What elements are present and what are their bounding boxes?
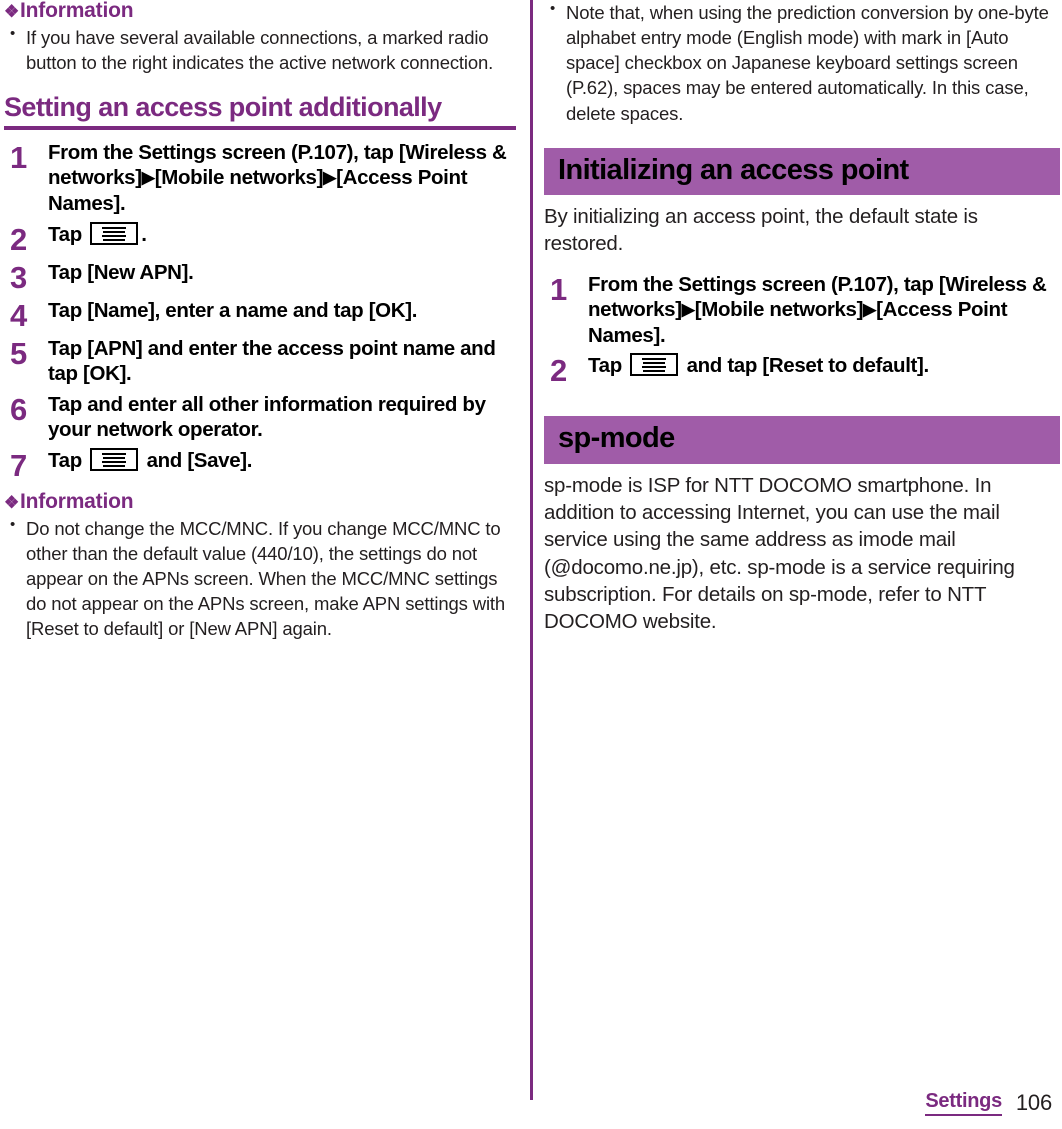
- step-item: 1 From the Settings screen (P.107), tap […: [4, 140, 516, 217]
- step-number: 4: [10, 297, 28, 333]
- step-text: Tap and enter all other information requ…: [48, 392, 486, 442]
- menu-icon-bar: [102, 234, 127, 237]
- right-column: Note that, when using the prediction con…: [544, 0, 1060, 649]
- information-bottom-bullets: Do not change the MCC/MNC. If you change…: [4, 515, 516, 642]
- step-item: 2 Tap .: [4, 221, 516, 257]
- menu-icon-bar: [102, 453, 127, 456]
- section-heading-setting-access-point: Setting an access point additionally: [4, 92, 516, 130]
- diamond-icon: ❖: [4, 2, 20, 21]
- menu-icon-bar: [642, 366, 667, 369]
- initializing-intro-paragraph: By initializing an access point, the def…: [544, 205, 978, 256]
- step-text: Tap [APN] and enter the access point nam…: [48, 336, 496, 386]
- step-item: 4 Tap [Name], enter a name and tap [OK].: [4, 298, 516, 331]
- step-item: 6 Tap and enter all other information req…: [4, 392, 516, 443]
- menu-icon-bar: [643, 362, 666, 365]
- diamond-icon: ❖: [4, 493, 20, 513]
- list-item: Do not change the MCC/MNC. If you change…: [4, 515, 516, 642]
- menu-icon-bar: [643, 370, 666, 373]
- step-number: 7: [10, 448, 28, 484]
- step-item: 3 Tap [New APN].: [4, 260, 516, 293]
- information-heading-bottom: ❖ Information: [4, 490, 516, 514]
- footer-section-label: Settings: [925, 1090, 1002, 1116]
- step-number: 5: [10, 335, 28, 371]
- information-heading-top: ❖ Information: [4, 0, 516, 23]
- footer-page-number: 106: [1015, 1090, 1052, 1115]
- menu-icon-bar: [103, 457, 126, 460]
- information-heading-top-label: Information: [20, 0, 134, 22]
- right-top-bullets: Note that, when using the prediction con…: [544, 0, 1060, 126]
- spmode-body-paragraph: sp-mode is ISP for NTT DOCOMO smartphone…: [544, 473, 1015, 634]
- arrow-right-icon: ▶: [323, 168, 337, 188]
- page-footer: Settings 106: [0, 1083, 1062, 1123]
- arrow-right-icon: ▶: [863, 300, 877, 320]
- menu-icon: [90, 221, 139, 245]
- step-number: 2: [10, 221, 28, 257]
- list-item: If you have several available connection…: [4, 24, 516, 75]
- information-heading-bottom-label: Information: [20, 490, 134, 514]
- menu-icon: [630, 353, 679, 377]
- step-number: 3: [10, 259, 28, 295]
- list-item: Note that, when using the prediction con…: [544, 0, 1060, 126]
- menu-icon-bar: [103, 238, 126, 241]
- menu-icon-bar: [103, 465, 126, 468]
- step-text: Tap [New APN].: [48, 260, 194, 284]
- step-item: 2 Tap and tap [Reset to default].: [544, 353, 1060, 386]
- step-text: Tap and [Save].: [48, 448, 253, 473]
- step-number: 2: [550, 353, 568, 389]
- menu-icon-bar: [102, 226, 127, 229]
- banner-heading-initializing: Initializing an access point: [544, 147, 1060, 196]
- step-text: Tap .: [48, 221, 147, 246]
- step-text: Tap and tap [Reset to default].: [588, 353, 929, 378]
- step-number: 1: [10, 139, 28, 175]
- step-text: Tap [Name], enter a name and tap [OK].: [48, 298, 418, 322]
- menu-icon-bar: [642, 358, 667, 361]
- step-number: 6: [10, 391, 28, 427]
- arrow-right-icon: ▶: [141, 168, 155, 188]
- arrow-right-icon: ▶: [681, 300, 695, 320]
- menu-icon: [90, 448, 139, 472]
- step-item: 7 Tap and [Save].: [4, 448, 516, 481]
- right-steps-list: 1 From the Settings screen (P.107), tap […: [544, 272, 1060, 387]
- step-number: 1: [550, 271, 568, 307]
- step-text: From the Settings screen (P.107), tap [W…: [588, 272, 1047, 347]
- step-item: 1 From the Settings screen (P.107), tap […: [544, 272, 1060, 349]
- banner-heading-spmode: sp-mode: [544, 416, 1060, 464]
- column-divider: [530, 0, 533, 1100]
- menu-icon-bar: [102, 461, 127, 464]
- information-top-bullets: If you have several available connection…: [4, 24, 516, 75]
- manual-page: ❖ Information If you have several availa…: [0, 0, 1062, 1129]
- left-steps-list: 1 From the Settings screen (P.107), tap […: [4, 140, 516, 481]
- menu-icon-bar: [103, 230, 126, 233]
- step-item: 5 Tap [APN] and enter the access point na…: [4, 336, 516, 387]
- left-column: ❖ Information If you have several availa…: [4, 0, 516, 644]
- step-text: From the Settings screen (P.107), tap [W…: [48, 140, 507, 215]
